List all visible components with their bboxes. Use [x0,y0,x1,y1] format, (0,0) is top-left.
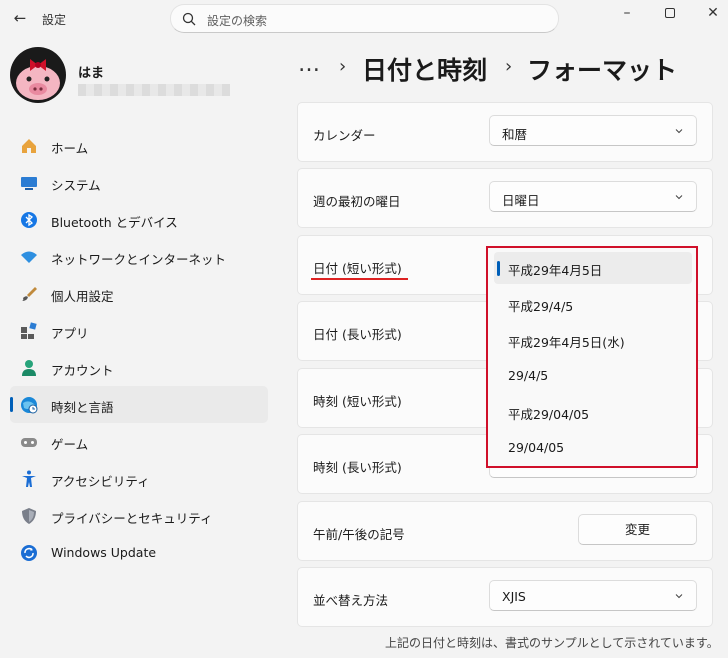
setting-label: 日付 (長い形式) [313,327,402,342]
close-icon: ✕ [707,5,719,21]
option-item[interactable]: 29/04/05 [494,432,692,464]
chevron-down-icon [675,594,683,599]
pig-avatar-icon [10,47,66,103]
calendar-dropdown[interactable]: 和暦 [489,115,697,146]
nav-item-home[interactable]: ホーム [10,127,268,164]
chevron-down-icon [675,129,683,134]
nav-label: Bluetooth とデバイス [51,215,178,230]
home-icon [22,139,36,153]
option-item[interactable]: 平成29/04/05 [494,396,692,428]
sort-dropdown[interactable]: XJIS [489,580,697,611]
nav-label: システム [51,178,101,193]
maximize-button[interactable] [655,3,685,23]
option-item[interactable]: 平成29年4月5日(水) [494,324,692,356]
search-input[interactable]: 設定の検索 [170,4,559,33]
nav-item-personalization[interactable]: 個人用設定 [10,275,268,312]
avatar[interactable] [10,47,66,103]
bluetooth-icon [21,212,37,228]
option-item[interactable]: 平成29/4/5 [494,288,692,320]
nav-label: ネットワークとインターネット [51,252,227,267]
nav-item-system[interactable]: システム [10,164,268,201]
red-underline [311,278,408,280]
nav-label: アクセシビリティ [51,474,150,489]
nav-label: ホーム [51,141,89,156]
breadcrumb-parent[interactable]: 日付と時刻 [362,51,487,87]
option-item[interactable]: 平成29年4月5日 [494,252,692,284]
back-button[interactable]: ← [10,8,30,28]
minimize-button[interactable]: – [612,3,642,23]
maximize-icon [665,8,675,18]
setting-first-day: 週の最初の曜日 日曜日 [297,168,713,228]
account-icon [22,360,36,376]
setting-label: 午前/午後の記号 [313,527,405,542]
update-icon [21,545,37,561]
nav-label: アカウント [51,363,114,378]
setting-label: カレンダー [313,128,376,143]
nav-label: 個人用設定 [51,289,114,304]
user-name: はま [78,66,105,81]
breadcrumb-chevron-icon: › [339,56,347,77]
option-item[interactable]: 29/4/5 [494,360,692,392]
breadcrumb-chevron-icon: › [505,56,513,77]
setting-label: 日付 (短い形式) [313,261,402,276]
option-text: 29/4/5 [508,368,549,383]
nav-label: アプリ [51,326,89,341]
option-text: 平成29/04/05 [508,407,590,422]
nav-item-gaming[interactable]: ゲーム [10,423,268,460]
gamepad-icon [21,438,37,447]
dropdown-value: 和暦 [502,127,528,142]
setting-ampm: 午前/午後の記号 変更 [297,501,713,561]
nav-item-apps[interactable]: アプリ [10,312,268,349]
nav-item-time-language[interactable]: 時刻と言語 [10,386,268,423]
option-text: 平成29年4月5日(水) [508,335,625,350]
wifi-icon [21,251,37,263]
apps-icon [21,322,37,339]
accessibility-icon [22,470,36,487]
setting-calendar: カレンダー 和暦 [297,102,713,162]
option-text: 平成29年4月5日 [508,263,603,278]
setting-label: 時刻 (短い形式) [313,394,402,409]
first-day-dropdown[interactable]: 日曜日 [489,181,697,212]
back-arrow-icon: ← [13,9,27,27]
shield-icon [22,508,36,524]
option-text: 29/04/05 [508,440,565,455]
nav-item-accounts[interactable]: アカウント [10,349,268,386]
setting-sort: 並べ替え方法 XJIS [297,567,713,627]
nav-item-privacy[interactable]: プライバシーとセキュリティ [10,497,268,534]
nav-label: Windows Update [51,545,157,560]
setting-label: 時刻 (長い形式) [313,460,402,475]
system-icon [21,177,37,190]
nav-item-accessibility[interactable]: アクセシビリティ [10,460,268,497]
nav-item-windows-update[interactable]: Windows Update [10,534,268,571]
nav-label: 時刻と言語 [51,400,114,415]
app-title: 設定 [42,13,67,27]
search-placeholder: 設定の検索 [207,14,268,28]
nav-label: プライバシーとセキュリティ [51,511,213,526]
breadcrumb-overflow-button[interactable]: … [298,52,321,77]
short-date-options-list: 平成29年4月5日 平成29/4/5 平成29年4月5日(水) 29/4/5 平… [486,246,698,468]
brush-icon [22,287,37,301]
dropdown-value: 日曜日 [502,193,540,208]
chevron-down-icon [675,195,683,200]
nav-label: ゲーム [51,437,89,452]
sidebar-nav: ホーム システム Bluetooth とデバイス ネットワークとインターネット … [10,127,268,571]
footnote: 上記の日付と時刻は、書式のサンプルとして示されています。 [385,636,719,650]
nav-item-network[interactable]: ネットワークとインターネット [10,238,268,275]
time-language-icon [21,397,38,414]
user-email-blurred [78,84,230,96]
change-button[interactable]: 変更 [578,514,697,545]
option-text: 平成29/4/5 [508,299,574,314]
setting-label: 週の最初の曜日 [313,194,401,209]
nav-item-bluetooth[interactable]: Bluetooth とデバイス [10,201,268,238]
close-button[interactable]: ✕ [698,3,728,23]
search-icon [182,12,196,26]
dropdown-value: XJIS [502,589,526,604]
setting-label: 並べ替え方法 [313,593,389,608]
page-title: フォーマット [527,56,678,85]
